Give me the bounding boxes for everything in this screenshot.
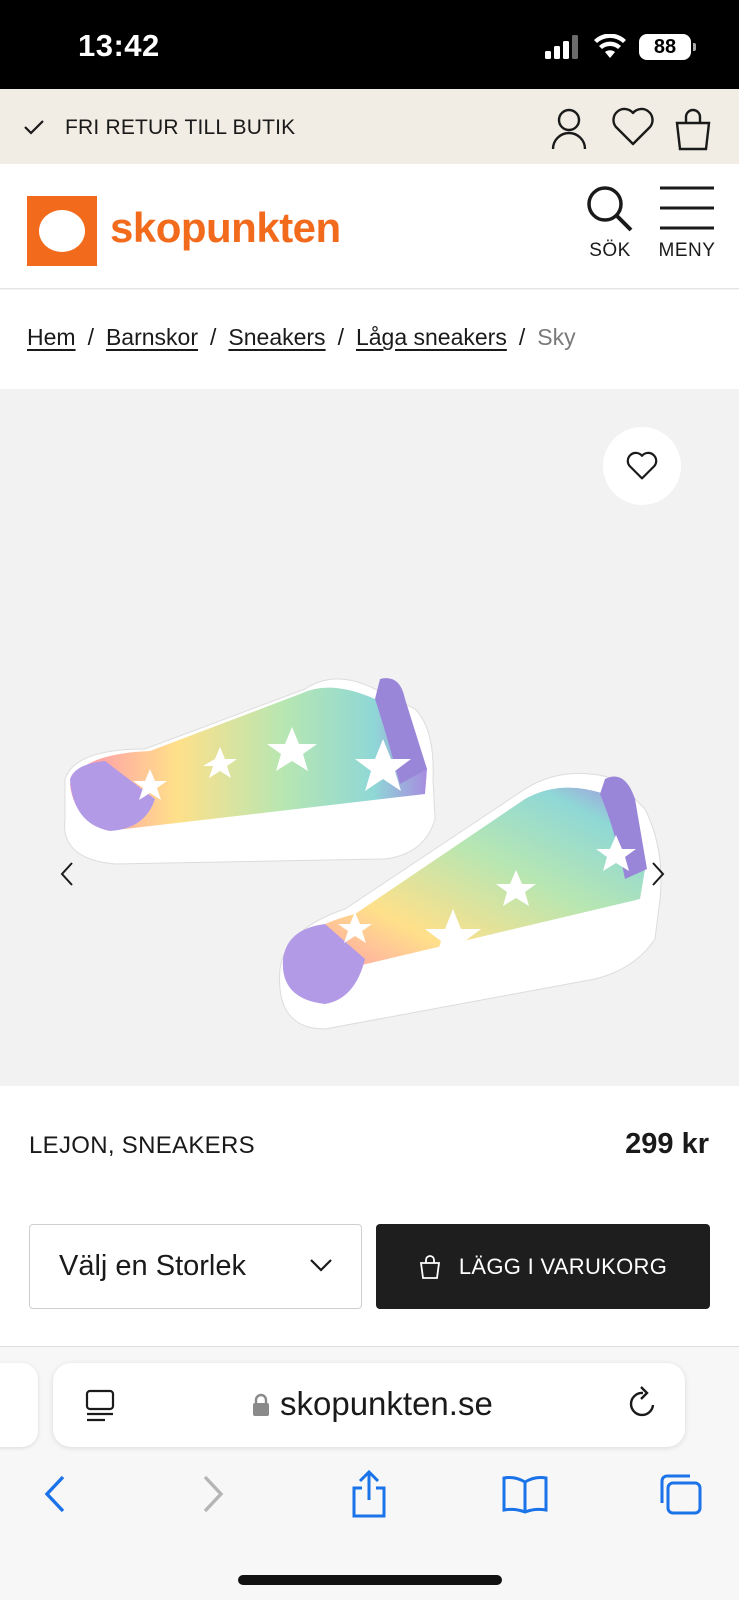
- menu-label: MENY: [658, 240, 716, 261]
- heart-icon[interactable]: [611, 107, 655, 151]
- browser-toolbar: skopunkten.se: [0, 1346, 739, 1600]
- breadcrumb-separator: /: [87, 324, 94, 350]
- breadcrumb-separator: /: [210, 324, 217, 350]
- share-button[interactable]: [344, 1469, 394, 1519]
- bookmarks-icon: [502, 1476, 548, 1514]
- previous-image-button[interactable]: [52, 859, 82, 889]
- brand-logo[interactable]: [27, 196, 97, 266]
- reload-icon[interactable]: [627, 1385, 659, 1421]
- favorite-button[interactable]: [603, 427, 681, 505]
- user-icon[interactable]: [549, 107, 593, 151]
- menu-icon: [660, 186, 714, 230]
- previous-tab[interactable]: [0, 1363, 38, 1447]
- product-image: [64, 678, 662, 1030]
- search-label: SÖK: [589, 240, 631, 261]
- breadcrumb-current: Sky: [537, 324, 576, 350]
- breadcrumb: Hem / Barnskor / Sneakers / Låga sneaker…: [0, 290, 739, 389]
- add-to-cart-label: LÄGG I VARUKORG: [458, 1253, 668, 1279]
- bag-icon[interactable]: [673, 107, 717, 151]
- tabs-button[interactable]: [656, 1469, 706, 1519]
- product-name: LEJON, SNEAKERS: [29, 1132, 255, 1159]
- lock-icon: [253, 1393, 269, 1416]
- next-image-button[interactable]: [643, 859, 673, 889]
- tabs-icon: [660, 1474, 702, 1515]
- site-header: skopunkten SÖK MENY: [0, 164, 739, 289]
- wifi-icon: [594, 34, 626, 58]
- chevron-down-icon: [310, 1259, 332, 1272]
- size-select[interactable]: Välj en Storlek: [29, 1224, 362, 1309]
- heart-icon: [626, 451, 658, 480]
- address-bar[interactable]: skopunkten.se: [53, 1363, 685, 1447]
- chevron-left-icon: [60, 862, 73, 886]
- status-icons: 88: [545, 34, 696, 60]
- home-indicator[interactable]: [238, 1575, 502, 1585]
- browser-nav: [0, 1459, 739, 1529]
- chevron-left-icon: [44, 1475, 65, 1513]
- share-icon: [352, 1470, 386, 1518]
- breadcrumb-link-sneakers[interactable]: Sneakers: [228, 324, 325, 389]
- product-info: LEJON, SNEAKERS 299 kr Välj en Storlek L…: [0, 1086, 739, 1346]
- bag-icon: [419, 1254, 440, 1279]
- search-icon: [587, 186, 633, 232]
- url-text: skopunkten.se: [280, 1385, 493, 1422]
- check-icon: [24, 120, 44, 135]
- reader-icon[interactable]: [85, 1389, 115, 1423]
- account-icons: [549, 107, 717, 151]
- chevron-right-icon: [652, 862, 665, 886]
- promo-text: FRI RETUR TILL BUTIK: [65, 116, 296, 139]
- forward-button[interactable]: [188, 1469, 238, 1519]
- add-to-cart-button[interactable]: LÄGG I VARUKORG: [376, 1224, 710, 1309]
- chevron-right-icon: [203, 1475, 224, 1513]
- breadcrumb-link-hem[interactable]: Hem: [27, 324, 76, 389]
- promo-bar: FRI RETUR TILL BUTIK: [0, 89, 739, 164]
- battery-indicator: 88: [639, 34, 696, 60]
- signal-icon: [545, 35, 578, 59]
- search-button[interactable]: SÖK: [582, 184, 638, 262]
- breadcrumb-separator: /: [337, 324, 344, 350]
- back-button[interactable]: [30, 1469, 80, 1519]
- size-select-label: Välj en Storlek: [59, 1250, 246, 1282]
- status-bar: 13:42 88: [0, 0, 739, 89]
- product-gallery[interactable]: [0, 389, 739, 1086]
- breadcrumb-link-barnskor[interactable]: Barnskor: [106, 324, 198, 389]
- breadcrumb-link-laga-sneakers[interactable]: Låga sneakers: [356, 324, 507, 389]
- product-price: 299 kr: [625, 1128, 709, 1160]
- breadcrumb-separator: /: [518, 324, 526, 350]
- menu-button[interactable]: MENY: [654, 184, 720, 262]
- brand-name[interactable]: skopunkten: [110, 204, 341, 252]
- bookmarks-button[interactable]: [500, 1469, 550, 1519]
- status-time: 13:42: [78, 28, 160, 63]
